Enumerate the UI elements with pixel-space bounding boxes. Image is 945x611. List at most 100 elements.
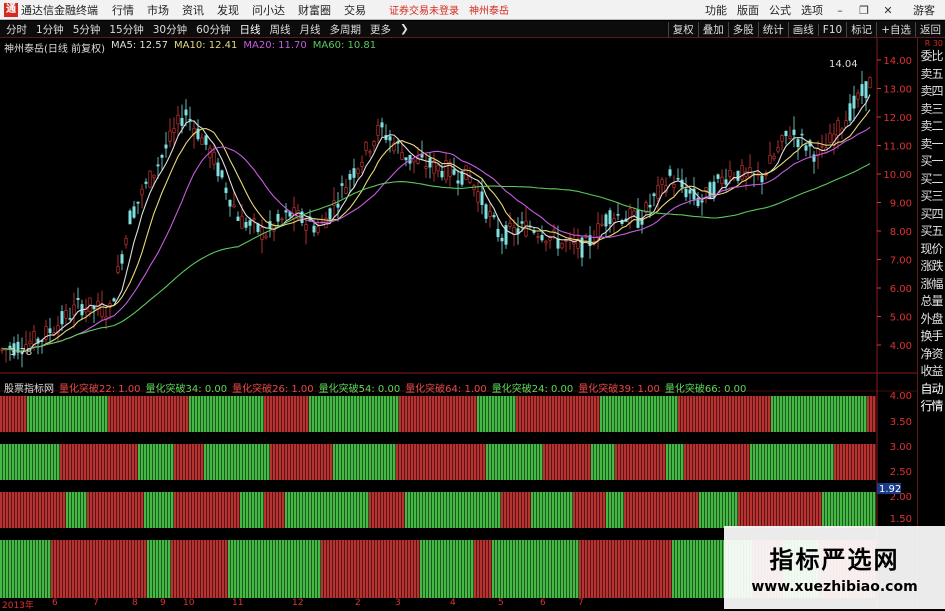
indicator-bar-gap — [434, 540, 435, 598]
period-daily[interactable]: 日线 — [240, 22, 261, 37]
restore-icon[interactable]: ❐ — [857, 4, 871, 17]
period-60min[interactable]: 60分钟 — [196, 22, 230, 37]
period-weekly[interactable]: 周线 — [270, 22, 291, 37]
side-buy1[interactable]: 买一 — [918, 153, 945, 171]
side-buy2[interactable]: 买二 — [918, 171, 945, 189]
indicator-bar — [720, 444, 722, 480]
indicator-bar-gap — [830, 396, 831, 432]
indicator-bar-gap — [473, 540, 474, 598]
time-tick: 6 — [540, 598, 546, 608]
indicator-bar-gap — [515, 492, 516, 528]
period-1min[interactable]: 1分钟 — [36, 22, 64, 37]
indicator-bar — [207, 492, 209, 528]
indicator-bar-gap — [380, 492, 381, 528]
side-sell3[interactable]: 卖三 — [918, 101, 945, 119]
menu-banmian[interactable]: 版面 — [737, 2, 759, 18]
btn-huaxian[interactable]: 画线 — [787, 22, 818, 37]
indicator-bar-gap — [545, 540, 546, 598]
menu-xuanxiang[interactable]: 选项 — [801, 2, 823, 18]
more-arrow-icon[interactable]: ❯ — [400, 23, 409, 35]
candle-body — [132, 206, 136, 218]
btn-f10[interactable]: F10 — [817, 23, 846, 36]
indicator-bar-gap — [527, 444, 528, 480]
side-sell5[interactable]: 卖五 — [918, 66, 945, 84]
indicator-bar-gap — [554, 396, 555, 432]
kline-chart[interactable]: 14.0013.0012.0011.0010.009.008.007.006.0… — [0, 38, 945, 609]
period-monthly[interactable]: 月线 — [300, 22, 321, 37]
menu-jiaoyi[interactable]: 交易 — [344, 2, 366, 18]
menu-gongshi[interactable]: 公式 — [769, 2, 791, 18]
side-sell2[interactable]: 卖二 — [918, 118, 945, 136]
guest-label[interactable]: 游客 — [913, 2, 935, 18]
menu-gongneng[interactable]: 功能 — [705, 2, 727, 18]
indicator-bar-gap — [596, 540, 597, 598]
indicator-bar — [69, 396, 71, 432]
indicator-bar — [147, 396, 149, 432]
indicator-bar — [495, 444, 497, 480]
candle-body — [768, 155, 772, 164]
side-jingzi[interactable]: 净资 — [918, 346, 945, 364]
menu-hangqing[interactable]: 行情 — [112, 2, 134, 18]
indicator-bar — [288, 540, 290, 598]
side-zhangfu[interactable]: 涨幅 — [918, 276, 945, 294]
indicator-bar-gap — [470, 540, 471, 598]
indicator-bar-gap — [281, 444, 282, 480]
menu-zixun[interactable]: 资讯 — [182, 2, 204, 18]
period-multi[interactable]: 多周期 — [330, 22, 362, 37]
btn-biaoji[interactable]: 标记 — [846, 22, 876, 37]
indicator-bar — [552, 444, 554, 480]
indicator-bar-gap — [497, 444, 498, 480]
indicator-name[interactable]: 股票指标网 — [4, 380, 54, 395]
period-5min[interactable]: 5分钟 — [73, 22, 101, 37]
btn-zixuan[interactable]: +自选 — [876, 22, 915, 37]
side-xianjia[interactable]: 现价 — [918, 241, 945, 259]
side-waipan[interactable]: 外盘 — [918, 311, 945, 329]
menu-caifuquan[interactable]: 财富圈 — [298, 2, 331, 18]
close-icon[interactable]: ✕ — [881, 4, 895, 17]
period-30min[interactable]: 30分钟 — [153, 22, 187, 37]
indicator-bar — [57, 444, 59, 480]
side-zhangdie[interactable]: 涨跌 — [918, 258, 945, 276]
indicator-bar-gap — [746, 444, 747, 480]
side-zidong[interactable]: 自动 — [918, 381, 945, 399]
candle-body — [680, 179, 684, 188]
candle-body — [164, 144, 168, 149]
btn-tongji[interactable]: 统计 — [757, 22, 788, 37]
side-weibi[interactable]: 委比 — [918, 48, 945, 66]
indicator-bar — [660, 396, 662, 432]
period-fenshi[interactable]: 分时 — [6, 22, 27, 37]
menu-wenxiaoda[interactable]: 问小达 — [252, 2, 285, 18]
menu-shichang[interactable]: 市场 — [147, 2, 169, 18]
btn-diejia[interactable]: 叠加 — [697, 22, 728, 37]
side-buy3[interactable]: 买三 — [918, 188, 945, 206]
indicator-bar-gap — [875, 492, 876, 528]
login-notice[interactable]: 证券交易未登录 — [389, 2, 459, 17]
btn-duogu[interactable]: 多股 — [727, 22, 758, 37]
indicator-bar-gap — [857, 444, 858, 480]
btn-fuquan[interactable]: 复权 — [667, 22, 698, 37]
indicator-bar-gap — [734, 492, 735, 528]
side-hangqing[interactable]: 行情 — [918, 398, 945, 416]
side-buy4[interactable]: 买四 — [918, 206, 945, 224]
side-sell1[interactable]: 卖一 — [918, 136, 945, 154]
indicator-bar — [459, 492, 461, 528]
side-buy5[interactable]: 买五 — [918, 223, 945, 241]
indicator-bar-gap — [713, 492, 714, 528]
indicator-bar — [366, 444, 368, 480]
side-zongliang[interactable]: 总量 — [918, 293, 945, 311]
indicator-bar — [324, 492, 326, 528]
side-sell4[interactable]: 卖四 — [918, 83, 945, 101]
indicator-bar-gap — [638, 540, 639, 598]
indicator-bar-gap — [59, 396, 60, 432]
side-huanshou[interactable]: 换手 — [918, 328, 945, 346]
period-15min[interactable]: 15分钟 — [109, 22, 143, 37]
quote-sidepanel: R 30 委比 卖五 卖四 卖三 卖二 卖一 买一 买二 买三 买四 买五 现价… — [917, 38, 945, 609]
period-more[interactable]: 更多 — [370, 22, 391, 37]
indicator-bar — [177, 492, 179, 528]
indicator-bar-gap — [224, 444, 225, 480]
side-shouyi[interactable]: 收益 — [918, 363, 945, 381]
menu-faxian[interactable]: 发现 — [217, 2, 239, 18]
minimize-icon[interactable]: – — [833, 4, 847, 17]
btn-fanhui[interactable]: 返回 — [915, 22, 945, 37]
candle-body — [648, 204, 652, 208]
